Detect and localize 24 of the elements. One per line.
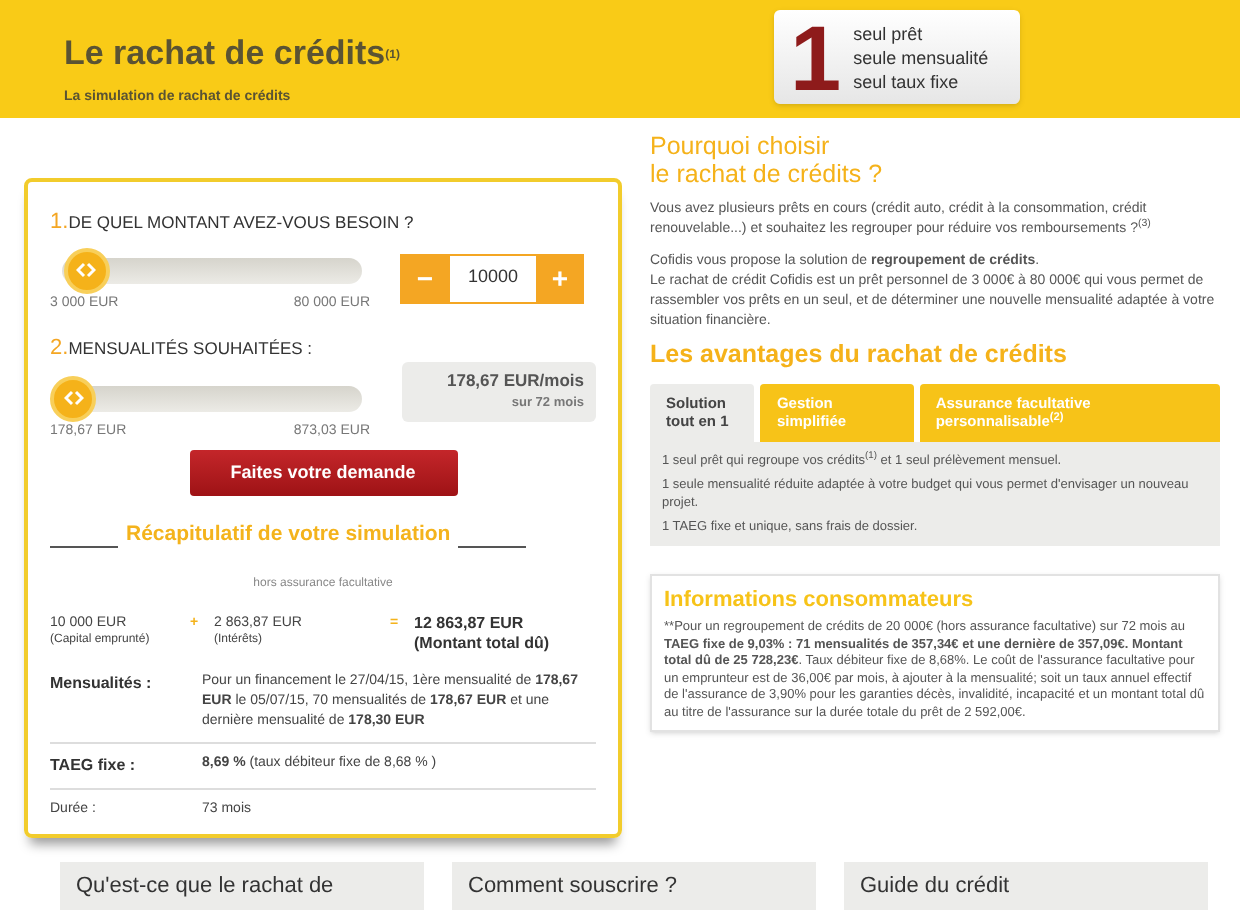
section-title: le rachat de crédits ?: [650, 160, 885, 188]
total-label: (Montant total dû): [414, 633, 550, 654]
step-label: 2.MENSUALITÉS SOUHAITÉES :: [50, 334, 315, 364]
info-card-heading[interactable]: Comment souscrire ?: [452, 862, 816, 910]
info-card-heading[interactable]: Guide du crédit: [844, 862, 1208, 910]
badge-line: seule mensualité: [853, 45, 989, 69]
badge-line: seul prêt: [853, 21, 925, 45]
section-title: Les avantages du rachat de crédits: [650, 338, 1069, 372]
info-card-heading[interactable]: Qu'est-ce que le rachat de: [60, 862, 424, 910]
submit-button[interactable]: Faites votre demande: [189, 450, 457, 496]
total-amount: 12 863,87 EUR: [414, 613, 526, 634]
amount-field[interactable]: 10000: [450, 253, 536, 303]
badge-line: seul taux fixe: [853, 69, 961, 93]
page-title: Le rachat de crédits$^{(1)}$: [64, 32, 402, 76]
info-title: Informations consommateurs: [664, 585, 976, 616]
summary-label: Mensualités :: [50, 671, 154, 696]
step-label: 1.DE QUEL MONTANT AVEZ-VOUS BESOIN ?: [50, 208, 416, 238]
summary-title: Récapitulatif de votre simulation: [126, 520, 451, 550]
badge-number: 1: [790, 11, 842, 103]
monthly-amount: 178,67 EUR/mois: [446, 368, 584, 394]
summary-label: TAEG fixe :: [50, 753, 138, 778]
slider-thumb[interactable]: [63, 247, 110, 293]
section-title: Pourquoi choisir: [650, 132, 832, 160]
slider-thumb[interactable]: [50, 375, 96, 421]
